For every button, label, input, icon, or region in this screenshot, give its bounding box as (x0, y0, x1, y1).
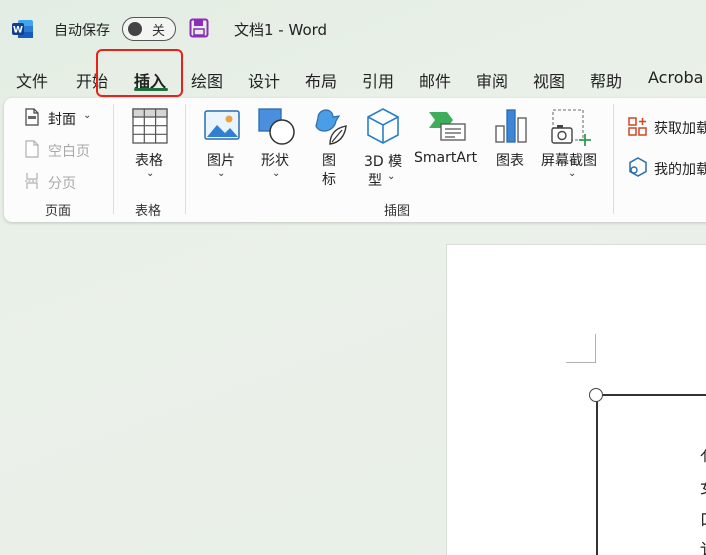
illustrations-group-label: 插图 (384, 204, 411, 219)
get-addins-button[interactable]: 获取加载 (654, 118, 706, 138)
document-text-char: 女 (700, 474, 706, 498)
cover-page-button[interactable]: 封面 (48, 109, 76, 129)
screenshot-button[interactable]: 屏幕截图 (541, 150, 597, 170)
autosave-toggle[interactable]: 关 (122, 17, 176, 41)
screenshot-icon (551, 109, 591, 146)
table-button[interactable]: 表格 (135, 150, 163, 170)
smartart-button[interactable]: SmartArt (414, 150, 477, 166)
pages-group-label: 页面 (45, 204, 72, 219)
chevron-down-icon: ⌄ (83, 110, 92, 121)
tab-help[interactable]: 帮助 (590, 68, 622, 92)
chevron-down-icon: ⌄ (568, 168, 577, 179)
ribbon-panel (4, 98, 706, 222)
cover-page-icon (25, 108, 39, 126)
autosave-state: 关 (152, 24, 166, 39)
my-addins-icon (629, 157, 647, 177)
margin-marker (595, 334, 596, 362)
chevron-down-icon: ⌄ (146, 168, 155, 179)
group-separator (113, 104, 114, 214)
tab-layout[interactable]: 布局 (305, 68, 337, 92)
tab-acrobat[interactable]: Acroba (648, 68, 703, 87)
chevron-down-icon: ⌄ (387, 171, 396, 182)
group-separator (185, 104, 186, 214)
my-addins-button[interactable]: 我的加载 (654, 159, 706, 179)
tab-references[interactable]: 引用 (362, 68, 394, 92)
text-box-border-left (596, 394, 598, 555)
autosave-label: 自动保存 (54, 23, 110, 39)
chevron-down-icon: ⌄ (272, 168, 281, 179)
chevron-down-icon: ⌄ (217, 168, 226, 179)
save-icon[interactable] (189, 18, 209, 38)
group-separator (613, 104, 614, 214)
blank-page-button[interactable]: 空白页 (48, 141, 90, 161)
document-text-char: 口 (700, 506, 706, 530)
shapes-button[interactable]: 形状 (261, 150, 289, 170)
tab-design[interactable]: 设计 (248, 68, 280, 92)
shapes-icon (258, 108, 295, 145)
icons-button-line2[interactable]: 标 (322, 169, 336, 189)
tables-group-label: 表格 (135, 204, 162, 219)
chart-icon (495, 109, 527, 143)
chart-button[interactable]: 图表 (496, 150, 524, 170)
page-break-icon (25, 173, 39, 189)
icons-button-line1[interactable]: 图 (322, 150, 336, 170)
tab-review[interactable]: 审阅 (476, 68, 508, 92)
toggle-knob (128, 22, 142, 36)
word-logo-icon: W (12, 20, 33, 38)
tab-file[interactable]: 文件 (16, 68, 48, 92)
document-text-char: 讠 (700, 536, 706, 555)
text-box-border-top (596, 394, 706, 396)
get-addins-icon (628, 117, 647, 136)
icons-icon (315, 109, 347, 145)
pictures-button[interactable]: 图片 (207, 150, 235, 170)
3d-model-icon (367, 108, 399, 144)
table-icon (132, 108, 168, 144)
tab-draw[interactable]: 绘图 (191, 68, 223, 92)
insert-tab-highlight (96, 49, 183, 97)
tab-view[interactable]: 视图 (533, 68, 565, 92)
document-title: 文档1 - Word (234, 21, 328, 39)
blank-page-icon (25, 140, 39, 158)
3d-model-button-line1[interactable]: 3D 模 (364, 151, 402, 171)
smartart-icon (429, 112, 466, 141)
document-text-char: 亻 (700, 442, 706, 466)
tab-mailings[interactable]: 邮件 (419, 68, 451, 92)
3d-model-button-line2[interactable]: 型 (368, 170, 382, 190)
margin-marker (566, 362, 596, 363)
svg-text:W: W (13, 26, 23, 36)
document-page[interactable] (446, 244, 706, 555)
pictures-icon (204, 110, 240, 140)
page-break-button[interactable]: 分页 (48, 173, 76, 193)
resize-handle[interactable] (589, 388, 603, 402)
